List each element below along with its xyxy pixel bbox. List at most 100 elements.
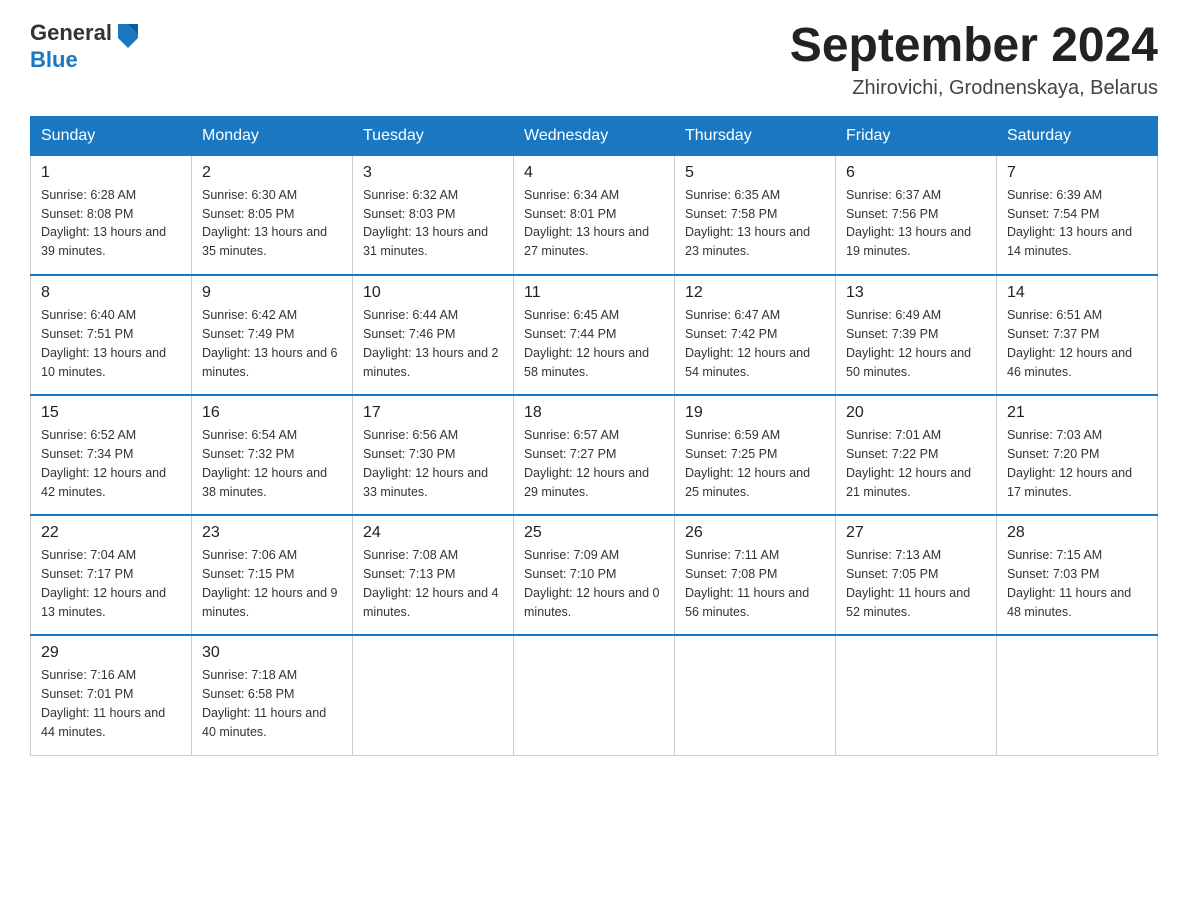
day-info: Sunrise: 6:47 AMSunset: 7:42 PMDaylight:… bbox=[685, 306, 825, 381]
day-number: 23 bbox=[202, 524, 342, 542]
day-info: Sunrise: 6:32 AMSunset: 8:03 PMDaylight:… bbox=[363, 186, 503, 261]
table-row bbox=[353, 635, 514, 755]
table-row: 13 Sunrise: 6:49 AMSunset: 7:39 PMDaylig… bbox=[836, 275, 997, 395]
month-title: September 2024 bbox=[790, 20, 1158, 73]
day-number: 30 bbox=[202, 644, 342, 662]
table-row: 27 Sunrise: 7:13 AMSunset: 7:05 PMDaylig… bbox=[836, 515, 997, 635]
col-monday: Monday bbox=[192, 116, 353, 155]
day-number: 24 bbox=[363, 524, 503, 542]
day-number: 22 bbox=[41, 524, 181, 542]
table-row: 4 Sunrise: 6:34 AMSunset: 8:01 PMDayligh… bbox=[514, 155, 675, 275]
day-info: Sunrise: 6:54 AMSunset: 7:32 PMDaylight:… bbox=[202, 426, 342, 501]
table-row: 26 Sunrise: 7:11 AMSunset: 7:08 PMDaylig… bbox=[675, 515, 836, 635]
col-thursday: Thursday bbox=[675, 116, 836, 155]
day-number: 29 bbox=[41, 644, 181, 662]
table-row: 25 Sunrise: 7:09 AMSunset: 7:10 PMDaylig… bbox=[514, 515, 675, 635]
table-row: 14 Sunrise: 6:51 AMSunset: 7:37 PMDaylig… bbox=[997, 275, 1158, 395]
table-row bbox=[675, 635, 836, 755]
day-info: Sunrise: 6:49 AMSunset: 7:39 PMDaylight:… bbox=[846, 306, 986, 381]
day-number: 17 bbox=[363, 404, 503, 422]
table-row: 1 Sunrise: 6:28 AMSunset: 8:08 PMDayligh… bbox=[31, 155, 192, 275]
day-number: 14 bbox=[1007, 284, 1147, 302]
day-info: Sunrise: 7:13 AMSunset: 7:05 PMDaylight:… bbox=[846, 546, 986, 621]
day-info: Sunrise: 7:09 AMSunset: 7:10 PMDaylight:… bbox=[524, 546, 664, 621]
day-info: Sunrise: 7:06 AMSunset: 7:15 PMDaylight:… bbox=[202, 546, 342, 621]
page-header: General Blue September 2024 Zhirovichi, … bbox=[30, 20, 1158, 100]
table-row: 16 Sunrise: 6:54 AMSunset: 7:32 PMDaylig… bbox=[192, 395, 353, 515]
day-number: 7 bbox=[1007, 164, 1147, 182]
day-number: 1 bbox=[41, 164, 181, 182]
table-row: 29 Sunrise: 7:16 AMSunset: 7:01 PMDaylig… bbox=[31, 635, 192, 755]
day-number: 13 bbox=[846, 284, 986, 302]
table-row: 23 Sunrise: 7:06 AMSunset: 7:15 PMDaylig… bbox=[192, 515, 353, 635]
table-row: 6 Sunrise: 6:37 AMSunset: 7:56 PMDayligh… bbox=[836, 155, 997, 275]
table-row: 17 Sunrise: 6:56 AMSunset: 7:30 PMDaylig… bbox=[353, 395, 514, 515]
logo-icon bbox=[114, 20, 142, 48]
day-info: Sunrise: 7:15 AMSunset: 7:03 PMDaylight:… bbox=[1007, 546, 1147, 621]
day-info: Sunrise: 6:40 AMSunset: 7:51 PMDaylight:… bbox=[41, 306, 181, 381]
table-row: 7 Sunrise: 6:39 AMSunset: 7:54 PMDayligh… bbox=[997, 155, 1158, 275]
day-number: 12 bbox=[685, 284, 825, 302]
table-row: 20 Sunrise: 7:01 AMSunset: 7:22 PMDaylig… bbox=[836, 395, 997, 515]
table-row: 2 Sunrise: 6:30 AMSunset: 8:05 PMDayligh… bbox=[192, 155, 353, 275]
table-row: 15 Sunrise: 6:52 AMSunset: 7:34 PMDaylig… bbox=[31, 395, 192, 515]
col-wednesday: Wednesday bbox=[514, 116, 675, 155]
day-number: 11 bbox=[524, 284, 664, 302]
table-row: 24 Sunrise: 7:08 AMSunset: 7:13 PMDaylig… bbox=[353, 515, 514, 635]
day-number: 6 bbox=[846, 164, 986, 182]
day-number: 26 bbox=[685, 524, 825, 542]
day-info: Sunrise: 6:51 AMSunset: 7:37 PMDaylight:… bbox=[1007, 306, 1147, 381]
day-info: Sunrise: 7:18 AMSunset: 6:58 PMDaylight:… bbox=[202, 666, 342, 741]
day-number: 18 bbox=[524, 404, 664, 422]
calendar-week-row: 22 Sunrise: 7:04 AMSunset: 7:17 PMDaylig… bbox=[31, 515, 1158, 635]
day-info: Sunrise: 6:59 AMSunset: 7:25 PMDaylight:… bbox=[685, 426, 825, 501]
table-row: 21 Sunrise: 7:03 AMSunset: 7:20 PMDaylig… bbox=[997, 395, 1158, 515]
day-number: 8 bbox=[41, 284, 181, 302]
day-info: Sunrise: 6:56 AMSunset: 7:30 PMDaylight:… bbox=[363, 426, 503, 501]
table-row bbox=[836, 635, 997, 755]
day-number: 2 bbox=[202, 164, 342, 182]
table-row: 22 Sunrise: 7:04 AMSunset: 7:17 PMDaylig… bbox=[31, 515, 192, 635]
day-info: Sunrise: 7:16 AMSunset: 7:01 PMDaylight:… bbox=[41, 666, 181, 741]
table-row: 19 Sunrise: 6:59 AMSunset: 7:25 PMDaylig… bbox=[675, 395, 836, 515]
logo-text: General bbox=[30, 20, 142, 48]
table-row: 18 Sunrise: 6:57 AMSunset: 7:27 PMDaylig… bbox=[514, 395, 675, 515]
calendar-week-row: 29 Sunrise: 7:16 AMSunset: 7:01 PMDaylig… bbox=[31, 635, 1158, 755]
day-number: 5 bbox=[685, 164, 825, 182]
table-row bbox=[997, 635, 1158, 755]
calendar-header-row: Sunday Monday Tuesday Wednesday Thursday… bbox=[31, 116, 1158, 155]
day-number: 25 bbox=[524, 524, 664, 542]
table-row: 10 Sunrise: 6:44 AMSunset: 7:46 PMDaylig… bbox=[353, 275, 514, 395]
day-number: 28 bbox=[1007, 524, 1147, 542]
day-info: Sunrise: 6:42 AMSunset: 7:49 PMDaylight:… bbox=[202, 306, 342, 381]
day-number: 9 bbox=[202, 284, 342, 302]
day-info: Sunrise: 6:35 AMSunset: 7:58 PMDaylight:… bbox=[685, 186, 825, 261]
day-info: Sunrise: 7:04 AMSunset: 7:17 PMDaylight:… bbox=[41, 546, 181, 621]
logo-blue-text: Blue bbox=[30, 48, 142, 72]
day-info: Sunrise: 6:44 AMSunset: 7:46 PMDaylight:… bbox=[363, 306, 503, 381]
day-number: 15 bbox=[41, 404, 181, 422]
day-number: 27 bbox=[846, 524, 986, 542]
col-friday: Friday bbox=[836, 116, 997, 155]
day-info: Sunrise: 7:03 AMSunset: 7:20 PMDaylight:… bbox=[1007, 426, 1147, 501]
calendar-week-row: 15 Sunrise: 6:52 AMSunset: 7:34 PMDaylig… bbox=[31, 395, 1158, 515]
table-row: 9 Sunrise: 6:42 AMSunset: 7:49 PMDayligh… bbox=[192, 275, 353, 395]
day-info: Sunrise: 6:39 AMSunset: 7:54 PMDaylight:… bbox=[1007, 186, 1147, 261]
day-number: 3 bbox=[363, 164, 503, 182]
col-saturday: Saturday bbox=[997, 116, 1158, 155]
day-number: 4 bbox=[524, 164, 664, 182]
title-area: September 2024 Zhirovichi, Grodnenskaya,… bbox=[790, 20, 1158, 100]
day-info: Sunrise: 6:34 AMSunset: 8:01 PMDaylight:… bbox=[524, 186, 664, 261]
col-tuesday: Tuesday bbox=[353, 116, 514, 155]
day-info: Sunrise: 6:45 AMSunset: 7:44 PMDaylight:… bbox=[524, 306, 664, 381]
day-number: 19 bbox=[685, 404, 825, 422]
day-number: 10 bbox=[363, 284, 503, 302]
calendar-week-row: 1 Sunrise: 6:28 AMSunset: 8:08 PMDayligh… bbox=[31, 155, 1158, 275]
table-row: 8 Sunrise: 6:40 AMSunset: 7:51 PMDayligh… bbox=[31, 275, 192, 395]
day-info: Sunrise: 7:01 AMSunset: 7:22 PMDaylight:… bbox=[846, 426, 986, 501]
day-number: 16 bbox=[202, 404, 342, 422]
table-row: 3 Sunrise: 6:32 AMSunset: 8:03 PMDayligh… bbox=[353, 155, 514, 275]
table-row bbox=[514, 635, 675, 755]
day-info: Sunrise: 6:52 AMSunset: 7:34 PMDaylight:… bbox=[41, 426, 181, 501]
table-row: 12 Sunrise: 6:47 AMSunset: 7:42 PMDaylig… bbox=[675, 275, 836, 395]
